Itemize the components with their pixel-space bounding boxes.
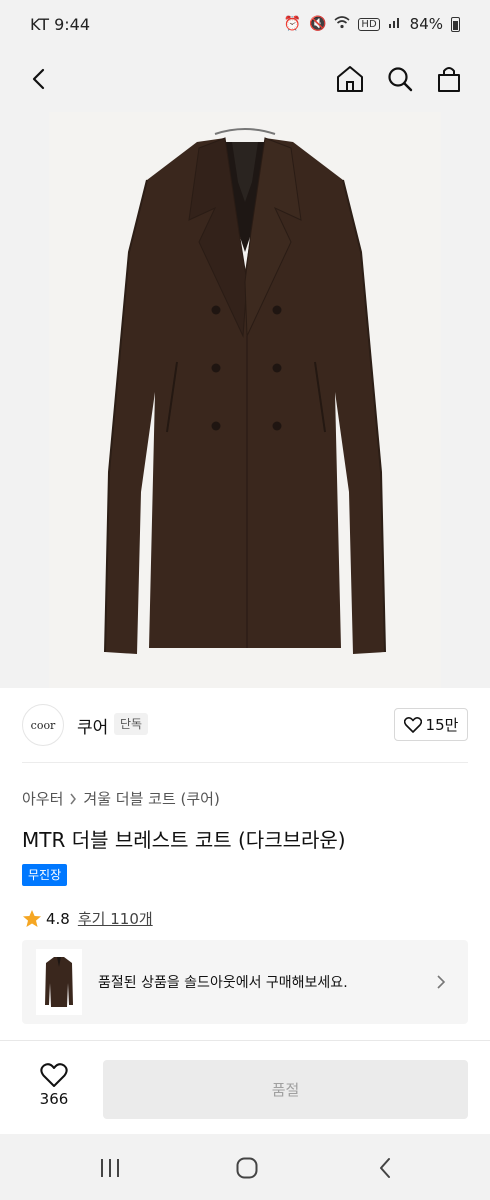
system-nav-bar <box>0 1134 490 1200</box>
wishlist-button[interactable]: 366 <box>22 1063 86 1115</box>
back-nav-button[interactable] <box>365 1154 405 1182</box>
shopping-bag-icon <box>438 67 460 92</box>
bottom-action-bar: 366 품절 <box>0 1040 490 1134</box>
carrier-time: KT 9:44 <box>30 14 91 34</box>
status-icons: ⏰ 🔇 HD 84% <box>284 15 460 33</box>
chevron-right-icon <box>70 793 77 804</box>
back-arrow-icon <box>380 1158 390 1178</box>
brand-like-count: 15만 <box>425 716 459 734</box>
resale-thumbnail <box>36 949 82 1015</box>
hd-icon: HD <box>358 17 380 31</box>
review-link[interactable]: 후기 110개 <box>78 908 153 929</box>
star-icon <box>23 909 41 927</box>
back-button[interactable] <box>20 60 58 98</box>
recent-apps-icon <box>101 1159 119 1177</box>
brand-logo-text: coor <box>30 718 56 732</box>
brand-like-button[interactable]: 15만 <box>394 708 468 741</box>
recent-apps-button[interactable] <box>90 1154 130 1182</box>
resale-text: 품절된 상품을 솔드아웃에서 구매해보세요. <box>98 975 348 991</box>
wifi-icon <box>334 15 350 33</box>
home-button[interactable] <box>331 60 369 98</box>
battery-percent: 84% <box>409 15 443 33</box>
coat-thumbnail-image <box>45 957 73 1007</box>
product-title: MTR 더블 브레스트 코트 (다크브라운) <box>22 828 346 852</box>
brand-row: coor 쿠어 단독 15만 <box>0 700 490 750</box>
divider <box>22 762 468 763</box>
signal-icon <box>388 15 402 33</box>
wishlist-count: 366 <box>39 1090 69 1108</box>
app-header <box>0 48 490 110</box>
chevron-left-icon <box>32 68 45 90</box>
status-bar: KT 9:44 ⏰ 🔇 HD 84% <box>0 0 490 48</box>
promo-tag: 무진장 <box>22 864 68 886</box>
breadcrumb: 아우터 겨울 더블 코트 (쿠어) <box>22 788 220 809</box>
heart-icon <box>403 716 422 733</box>
home-circle-icon <box>236 1157 258 1179</box>
heart-icon <box>40 1063 68 1087</box>
search-button[interactable] <box>381 60 419 98</box>
mute-icon: 🔇 <box>308 16 327 32</box>
battery-icon <box>451 16 460 32</box>
rating-value: 4.8 <box>46 909 70 928</box>
product-image-area <box>0 110 490 688</box>
soldout-resale-banner[interactable]: 품절된 상품을 솔드아웃에서 구매해보세요. <box>22 940 468 1024</box>
breadcrumb-item-category[interactable]: 아우터 <box>22 788 63 809</box>
search-icon <box>388 67 413 92</box>
coat-image <box>104 128 386 654</box>
alarm-icon: ⏰ <box>283 16 301 32</box>
exclusive-badge: 단독 <box>114 713 149 735</box>
breadcrumb-item-subcategory[interactable]: 겨울 더블 코트 (쿠어) <box>83 788 219 809</box>
brand-logo[interactable]: coor <box>22 704 64 746</box>
soldout-button[interactable]: 품절 <box>103 1060 468 1119</box>
chevron-right-icon <box>437 975 446 989</box>
home-nav-button[interactable] <box>227 1154 267 1182</box>
home-icon <box>337 66 363 92</box>
rating-row: 4.8 후기 110개 <box>22 908 153 929</box>
brand-name[interactable]: 쿠어 <box>77 713 108 738</box>
cart-button[interactable] <box>430 60 468 98</box>
product-photo[interactable] <box>49 112 441 688</box>
